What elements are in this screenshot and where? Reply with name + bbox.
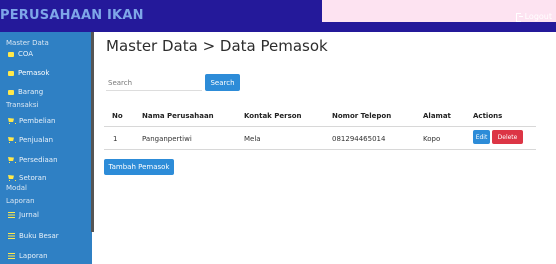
folder-icon — [8, 70, 14, 76]
sidebar-item-label: COA — [18, 50, 34, 58]
sidebar — [0, 32, 92, 264]
sidebar-item-setoran[interactable]: Setoran — [8, 174, 46, 182]
edit-button[interactable]: Edit — [473, 130, 490, 144]
cell-kontak-person: Mela — [244, 135, 261, 143]
search-input[interactable] — [106, 76, 202, 91]
sidebar-section-laporan: Laporan — [6, 197, 35, 205]
cart-icon — [8, 137, 16, 143]
sidebar-item-buku-besar[interactable]: Buku Besar — [8, 232, 59, 240]
sidebar-item-label: Laporan — [19, 252, 48, 260]
cell-alamat: Kopo — [423, 135, 441, 143]
sidebar-item-coa[interactable]: COA — [8, 50, 33, 58]
sidebar-item-barang[interactable]: Barang — [8, 88, 43, 96]
cell-nomor-telepon: 081294465014 — [332, 135, 386, 143]
column-header-alamat: Alamat — [423, 112, 451, 120]
list-icon — [8, 253, 15, 259]
table-row-divider — [104, 149, 536, 150]
cell-no: 1 — [113, 135, 118, 143]
add-supplier-button[interactable]: Tambah Pemasok — [104, 159, 174, 175]
sidebar-scrollbar[interactable] — [91, 32, 94, 232]
sidebar-item-label: Pemasok — [18, 69, 50, 77]
logout-icon — [515, 13, 523, 22]
sidebar-item-label: Persediaan — [19, 156, 58, 164]
sidebar-item-label: Pembelian — [19, 117, 56, 125]
logout-button[interactable]: Logout — [515, 12, 552, 22]
page-title: Master Data > Data Pemasok — [106, 37, 328, 55]
column-header-kontak-person: Kontak Person — [244, 112, 302, 120]
sidebar-item-label: Buku Besar — [19, 232, 59, 240]
cart-icon — [8, 118, 16, 124]
sidebar-section-master: Master Data — [6, 39, 49, 47]
folder-icon — [8, 89, 14, 95]
column-header-nomor-telepon: Nomor Telepon — [332, 112, 392, 120]
cart-icon — [8, 157, 16, 163]
sidebar-item-pembelian[interactable]: Pembelian — [8, 117, 55, 125]
sidebar-item-pemasok[interactable]: Pemasok — [8, 69, 49, 77]
list-icon — [8, 233, 15, 239]
column-header-no: No — [112, 112, 123, 120]
sidebar-item-label: Penjualan — [19, 136, 54, 144]
sidebar-item-jurnal[interactable]: Jurnal — [8, 211, 39, 219]
column-header-actions: Actions — [473, 112, 503, 120]
table-header-divider — [104, 126, 536, 127]
brand-title: PERUSAHAAN IKAN — [0, 8, 144, 23]
column-header-nama-perusahaan: Nama Perusahaan — [142, 112, 214, 120]
sidebar-item-penjualan[interactable]: Penjualan — [8, 136, 53, 144]
cell-nama-perusahaan: Panganpertiwi — [142, 135, 192, 143]
sidebar-item-label: Jurnal — [19, 211, 39, 219]
sidebar-item-label: Barang — [18, 88, 44, 96]
sidebar-section-transaksi: Transaksi — [6, 101, 39, 109]
sidebar-item-laporan[interactable]: Laporan — [8, 252, 48, 260]
cart-icon — [8, 175, 16, 181]
folder-icon — [8, 51, 14, 57]
sidebar-item-label: Setoran — [19, 174, 47, 182]
sidebar-item-modal[interactable]: Modal — [6, 184, 27, 192]
sidebar-item-persediaan[interactable]: Persediaan — [8, 156, 58, 164]
list-icon — [8, 212, 15, 218]
search-button[interactable]: Search — [205, 74, 240, 91]
logout-label: Logout — [524, 12, 552, 21]
delete-button[interactable]: Delete — [492, 130, 523, 144]
